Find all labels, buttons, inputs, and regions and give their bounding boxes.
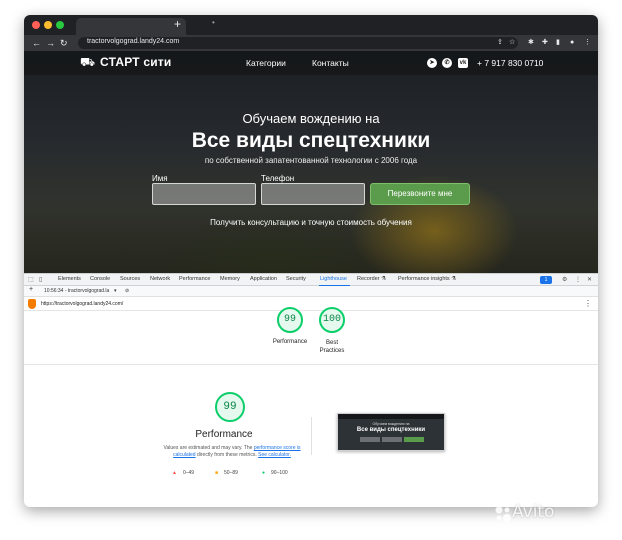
tab-search-icon[interactable]: • bbox=[212, 18, 215, 27]
url-text: tractorvolgograd.landy24.com bbox=[87, 38, 180, 45]
performance-large-score: 99 bbox=[223, 401, 237, 413]
clear-icon[interactable]: ⊘ bbox=[125, 288, 129, 294]
average-square-icon: ■ bbox=[215, 470, 219, 476]
lighthouse-toolbar: + 10:56:34 - tractorvolgograd.la ▾ ⊘ bbox=[24, 286, 598, 297]
page-screenshot-thumbnail[interactable]: Обучаем вождению на Все виды спецтехники bbox=[337, 413, 445, 451]
vertical-separator bbox=[311, 417, 312, 455]
name-label: Имя bbox=[152, 174, 168, 183]
best-practices-score-gauge[interactable]: 100 bbox=[319, 307, 345, 333]
legend-average: ■ 50–89 bbox=[215, 470, 238, 476]
puzzle-icon[interactable]: ✚ bbox=[542, 38, 548, 48]
legend-fail-range: 0–49 bbox=[182, 470, 195, 476]
tab-performance[interactable]: Performance bbox=[179, 276, 211, 282]
performance-gauge-label: Performance bbox=[272, 339, 308, 345]
performance-score-gauge[interactable]: 99 bbox=[277, 307, 303, 333]
phone-label: Телефон bbox=[261, 174, 295, 183]
hero-note: Получить консультацию и точную стоимость… bbox=[210, 218, 412, 227]
thumbnail-button bbox=[404, 437, 424, 442]
section-divider bbox=[24, 364, 598, 365]
devtools-tabbar: ⬚ ▯ Elements Console Sources Network Per… bbox=[24, 273, 598, 287]
performance-large-gauge: 99 bbox=[215, 392, 245, 422]
hero-tagline: по собственной запатентованной технологи… bbox=[204, 156, 418, 165]
best-practices-gauge-label: Best Practices bbox=[319, 340, 345, 354]
lighthouse-logo-icon bbox=[28, 299, 36, 309]
tab-security[interactable]: Security bbox=[286, 276, 306, 282]
more-icon[interactable]: ⋮ bbox=[575, 276, 581, 283]
name-input[interactable] bbox=[152, 183, 256, 205]
callback-button[interactable]: Перезвоните мне bbox=[370, 183, 470, 205]
pass-circle-icon: ● bbox=[262, 470, 266, 476]
forward-icon[interactable]: → bbox=[46, 37, 55, 49]
thumbnail-header bbox=[338, 414, 444, 419]
hero-title: Все виды спецтехники bbox=[191, 129, 431, 152]
thumbnail-input bbox=[382, 437, 402, 442]
calculator-link[interactable]: See calculator. bbox=[258, 452, 291, 458]
address-bar: ← → ↻ tractorvolgograd.landy24.com ⇪ ☆ ✱… bbox=[24, 35, 598, 51]
reload-icon[interactable]: ↻ bbox=[60, 37, 68, 49]
report-selector[interactable]: 10:56:34 - tractorvolgograd.la bbox=[44, 288, 109, 294]
dropdown-icon[interactable]: ▾ bbox=[114, 288, 117, 294]
desc-text-1: Values are estimated and may vary. The bbox=[163, 445, 254, 451]
fail-triangle-icon: ▲ bbox=[172, 470, 177, 476]
thumbnail-subtitle: Обучаем вождению на bbox=[372, 422, 410, 426]
performance-description: Values are estimated and may vary. The p… bbox=[158, 445, 306, 459]
phone-input[interactable] bbox=[261, 183, 365, 205]
maximize-window-button[interactable] bbox=[56, 21, 64, 29]
tab-performance-insights[interactable]: Performance insights ⚗ bbox=[398, 276, 456, 282]
performance-score: 99 bbox=[283, 314, 296, 325]
report-url[interactable]: https://tractorvolgograd.landy24.com/ bbox=[41, 301, 123, 307]
tab-elements[interactable]: Elements bbox=[58, 276, 81, 282]
device-toolbar-icon[interactable]: ▯ bbox=[39, 276, 42, 283]
legend-fail: ▲ 0–49 bbox=[172, 470, 194, 476]
close-window-button[interactable] bbox=[32, 21, 40, 29]
hero-content: Обучаем вождению на Все виды спецтехники… bbox=[24, 51, 598, 273]
avito-logo-icon bbox=[495, 506, 511, 522]
bookmark-star-icon[interactable]: ☆ bbox=[509, 38, 515, 48]
minimize-window-button[interactable] bbox=[44, 21, 52, 29]
legend-average-range: 50–89 bbox=[224, 470, 238, 476]
issues-badge[interactable]: 1 bbox=[540, 276, 552, 284]
desc-text-2: directly from these metrics. bbox=[195, 452, 259, 458]
tab-console[interactable]: Console bbox=[90, 276, 110, 282]
report-header: https://tractorvolgograd.landy24.com/ ⋮ bbox=[24, 297, 598, 311]
legend-pass-range: 90–100 bbox=[271, 470, 288, 476]
browser-window: + • ← → ↻ tractorvolgograd.landy24.com ⇪… bbox=[24, 15, 598, 507]
tab-network[interactable]: Network bbox=[150, 276, 170, 282]
share-icon[interactable]: ⇪ bbox=[497, 38, 503, 48]
browser-tab[interactable] bbox=[76, 18, 186, 35]
tab-recorder[interactable]: Recorder ⚗ bbox=[357, 276, 386, 282]
inspect-icon[interactable]: ⬚ bbox=[28, 276, 34, 283]
tab-sources[interactable]: Sources bbox=[120, 276, 140, 282]
tab-lighthouse[interactable]: Lighthouse bbox=[320, 276, 347, 282]
avito-watermark: Avito bbox=[512, 502, 555, 522]
new-report-icon[interactable]: + bbox=[29, 286, 33, 293]
best-practices-score: 100 bbox=[322, 314, 341, 325]
website-hero: ⛟ СТАРТ сити Категории Контакты ➤ ✆ vk +… bbox=[24, 51, 598, 273]
performance-title: Performance bbox=[195, 429, 253, 440]
sidepanel-icon[interactable]: ▮ bbox=[556, 38, 560, 48]
legend-pass: ● 90–100 bbox=[262, 470, 288, 476]
report-menu-icon[interactable]: ⋮ bbox=[584, 299, 592, 308]
tab-bar: + • bbox=[24, 15, 598, 35]
back-icon[interactable]: ← bbox=[32, 37, 41, 49]
omnibox[interactable]: tractorvolgograd.landy24.com bbox=[78, 37, 518, 49]
menu-icon[interactable]: ⋮ bbox=[584, 38, 591, 48]
tab-memory[interactable]: Memory bbox=[220, 276, 240, 282]
new-tab-icon[interactable]: + bbox=[174, 18, 181, 30]
tab-application[interactable]: Application bbox=[250, 276, 277, 282]
settings-gear-icon[interactable]: ⚙ bbox=[562, 276, 567, 283]
profile-icon[interactable]: ● bbox=[570, 38, 574, 48]
thumbnail-title: Все виды спецтехники bbox=[356, 427, 426, 433]
extension-icon[interactable]: ✱ bbox=[528, 38, 534, 48]
hero-subtitle: Обучаем вождению на bbox=[242, 111, 380, 126]
close-devtools-icon[interactable]: ✕ bbox=[587, 276, 592, 283]
thumbnail-input bbox=[360, 437, 380, 442]
